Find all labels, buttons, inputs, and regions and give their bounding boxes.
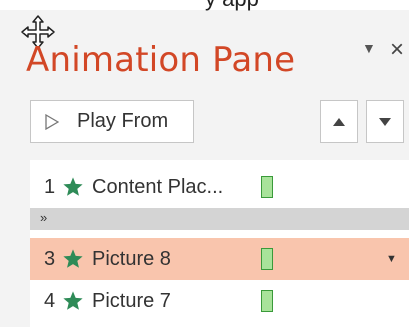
top-strip: y app bbox=[0, 0, 409, 12]
play-from-label: Play From bbox=[77, 110, 169, 132]
play-icon bbox=[45, 113, 59, 130]
animation-name: Picture 7 bbox=[92, 289, 171, 312]
animation-item[interactable]: 4 Picture 7 bbox=[30, 280, 409, 322]
animation-number: 1 bbox=[44, 175, 56, 198]
animation-item[interactable]: 3 Picture 8 ▼ bbox=[30, 238, 409, 280]
pane-options-chevron-down-icon[interactable]: ▼ bbox=[362, 40, 376, 56]
animation-number: 4 bbox=[44, 289, 56, 312]
star-icon bbox=[63, 249, 83, 268]
item-dropdown-arrow-icon[interactable]: ▼ bbox=[386, 253, 397, 265]
play-from-button[interactable]: Play From bbox=[30, 100, 194, 143]
star-icon bbox=[63, 177, 83, 196]
collapsed-group-separator[interactable]: » bbox=[30, 208, 409, 230]
animation-name: Picture 8 bbox=[92, 247, 171, 270]
animation-name: Content Plac... bbox=[92, 175, 224, 198]
move-up-button[interactable] bbox=[320, 100, 358, 143]
timing-bar[interactable] bbox=[261, 290, 273, 312]
expand-double-chevron-icon[interactable]: » bbox=[40, 210, 47, 226]
animation-number: 3 bbox=[44, 247, 56, 270]
move-down-button[interactable] bbox=[366, 100, 404, 143]
timing-bar[interactable] bbox=[261, 248, 273, 270]
animation-pane: y app Animation Pane ▼ × Play From 1 Con… bbox=[0, 0, 409, 327]
triangle-up-icon bbox=[333, 117, 345, 126]
star-icon bbox=[63, 291, 83, 310]
triangle-down-icon bbox=[379, 117, 391, 126]
close-icon[interactable]: × bbox=[390, 36, 404, 64]
animation-item[interactable]: 1 Content Plac... bbox=[30, 166, 409, 208]
pane-title: Animation Pane bbox=[26, 40, 296, 80]
clipped-top-text: y app bbox=[205, 0, 259, 12]
timing-bar[interactable] bbox=[261, 176, 273, 198]
